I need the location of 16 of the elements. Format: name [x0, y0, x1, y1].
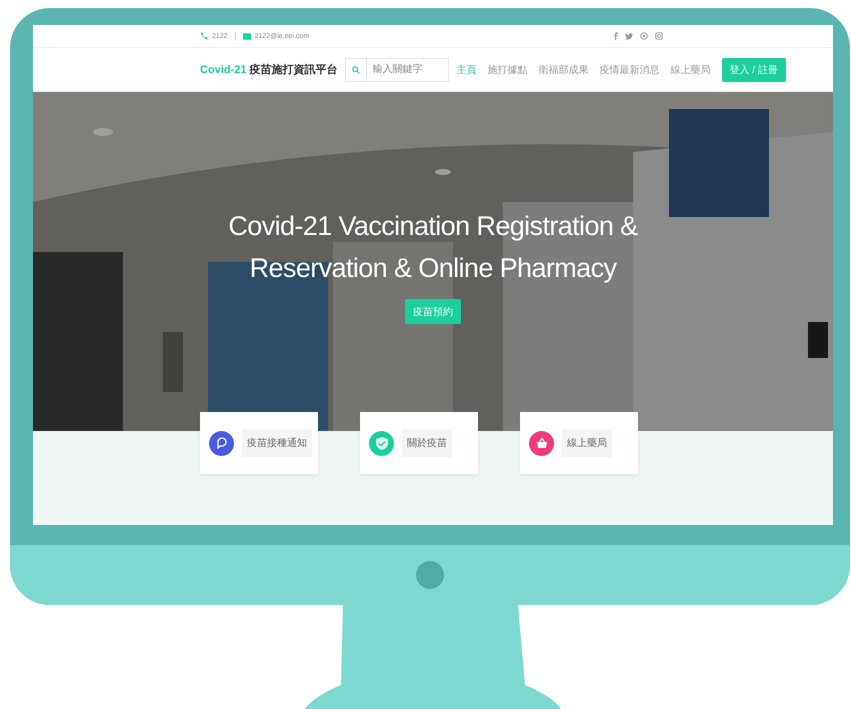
reservation-button[interactable]: 疫苗預約	[405, 299, 461, 324]
nav-link[interactable]: 線上藥局	[670, 62, 711, 76]
card-label: 關於疫苗	[402, 429, 452, 457]
card-label: 疫苗接種通知	[242, 429, 312, 457]
nav-link[interactable]: 衛福部成果	[538, 62, 589, 76]
site-logo[interactable]: Covid-21 疫苗施打資訊平台	[200, 62, 338, 77]
hero-title: Covid-21 Vaccination Registration & Reservation & Online Pharmacy	[227, 210, 639, 285]
search-field[interactable]: 輸入關鍵字	[344, 58, 449, 82]
card-label: 線上藥局	[562, 429, 612, 457]
feature-card[interactable]: 疫苗接種通知	[200, 412, 318, 474]
nav-link[interactable]: 施打據點	[488, 62, 528, 76]
nav-link[interactable]: 疫情最新消息	[600, 62, 660, 76]
feature-card[interactable]: 關於疫苗	[360, 412, 478, 474]
login-button[interactable]: 登入 / 註冊	[722, 58, 786, 82]
nav-link[interactable]: 主頁	[456, 62, 477, 76]
feature-card[interactable]: 線上藥局	[520, 412, 638, 474]
